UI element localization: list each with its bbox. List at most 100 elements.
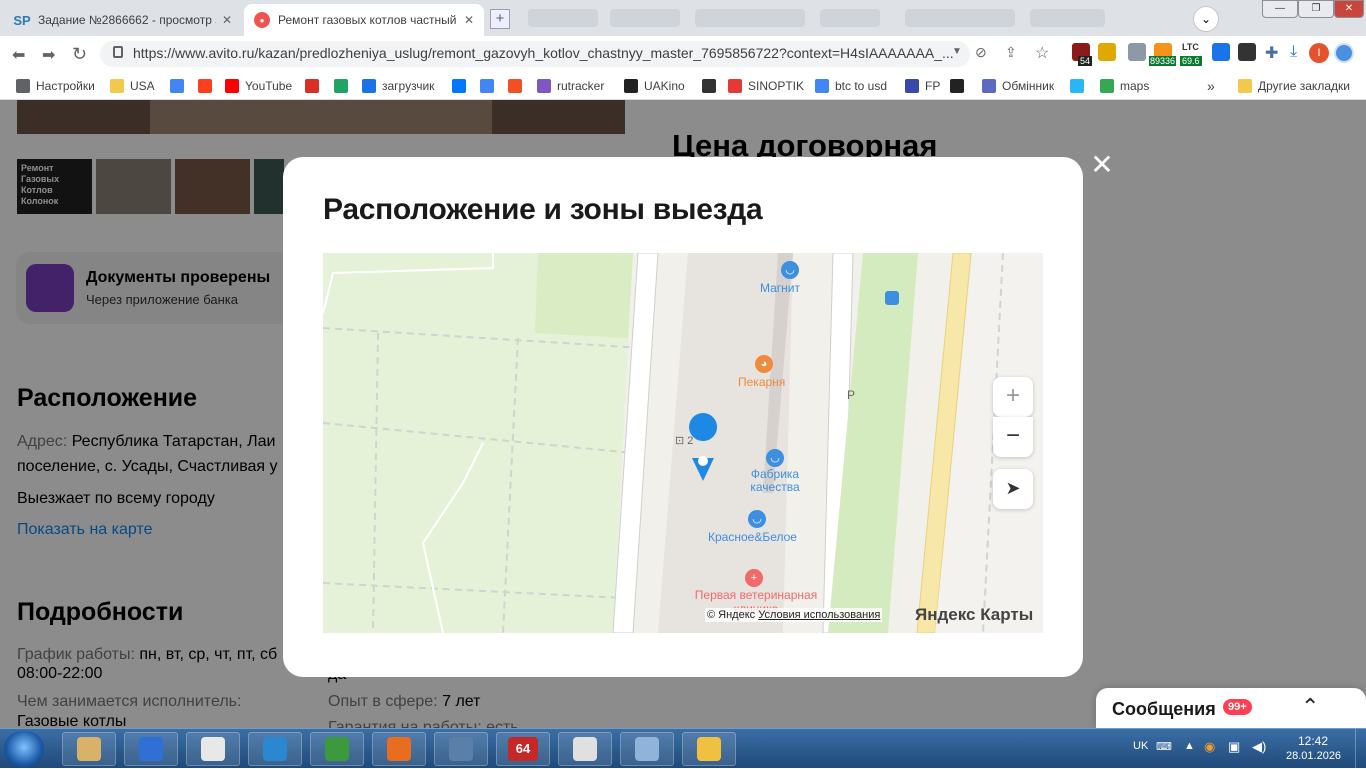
terminal-icon[interactable] bbox=[1238, 43, 1256, 61]
keyboard-icon[interactable]: ⌨ bbox=[1156, 740, 1172, 753]
close-icon[interactable]: ✕ bbox=[464, 13, 474, 27]
wise-icon[interactable] bbox=[124, 732, 178, 766]
blocked-icon[interactable]: ⊘ bbox=[975, 44, 987, 61]
language-indicator[interactable]: UK bbox=[1133, 740, 1148, 752]
bookmark-item[interactable] bbox=[305, 77, 325, 95]
minimize-button[interactable]: — bbox=[1262, 0, 1298, 18]
basket-icon[interactable]: ◡ bbox=[748, 510, 766, 528]
calc-icon[interactable] bbox=[310, 732, 364, 766]
volume-icon[interactable]: ◀) bbox=[1252, 739, 1266, 755]
avast-icon[interactable]: ◉ bbox=[1204, 739, 1215, 755]
bookmark-item[interactable]: Настройки bbox=[16, 77, 95, 95]
parking-label[interactable]: P bbox=[847, 388, 855, 402]
bookmark-item[interactable]: FP bbox=[905, 77, 940, 95]
bookmark-item[interactable]: UAKino bbox=[624, 77, 685, 95]
bookmark-item[interactable] bbox=[508, 77, 528, 95]
chart-icon[interactable] bbox=[558, 732, 612, 766]
dropdown-icon[interactable]: ▼ bbox=[952, 46, 962, 57]
notes-icon-glyph bbox=[635, 737, 659, 761]
ghost-tab[interactable] bbox=[610, 9, 680, 27]
64-icon[interactable]: 64 bbox=[496, 732, 550, 766]
google-icon bbox=[815, 79, 829, 93]
back-arrow-icon[interactable]: ⬅ bbox=[12, 45, 25, 65]
yandex-map[interactable]: ◡ Магнит ◕ Пекарня ◡ Фабрика качества ◡ … bbox=[323, 253, 1043, 633]
explorer-icon[interactable] bbox=[62, 732, 116, 766]
downloads-icon[interactable]: ⤓ bbox=[1290, 43, 1297, 61]
ghost-tab[interactable] bbox=[905, 9, 1015, 27]
bookmark-item[interactable] bbox=[198, 77, 218, 95]
other-bookmarks[interactable]: Другие закладки bbox=[1238, 77, 1350, 95]
bookmark-item[interactable] bbox=[1070, 77, 1090, 95]
close-modal-button[interactable]: ✕ bbox=[1090, 151, 1114, 179]
zoom-in-button[interactable]: + bbox=[993, 377, 1033, 417]
bookmark-item[interactable]: USA bbox=[110, 77, 155, 95]
new-tab-button[interactable]: + bbox=[490, 9, 510, 29]
reload-icon[interactable]: ↻ bbox=[72, 44, 87, 65]
bookmark-item[interactable] bbox=[480, 77, 500, 95]
extension-globe-icon[interactable] bbox=[1334, 43, 1354, 63]
terms-link[interactable]: Условия использования bbox=[758, 609, 880, 621]
bookmark-item[interactable] bbox=[452, 77, 472, 95]
bus-stop-icon[interactable] bbox=[885, 291, 899, 305]
show-desktop-button[interactable] bbox=[1355, 729, 1366, 769]
network-icon[interactable]: ▣ bbox=[1228, 739, 1240, 755]
ghost-tab[interactable] bbox=[820, 9, 880, 27]
chrome-icon[interactable] bbox=[186, 732, 240, 766]
bookmark-item[interactable]: rutracker bbox=[537, 77, 604, 95]
bookmark-label: maps bbox=[1120, 79, 1150, 93]
poi-magnit[interactable]: Магнит bbox=[760, 281, 800, 295]
chevron-up-icon[interactable]: ⌃ bbox=[1301, 694, 1319, 720]
star-icon[interactable]: ☆ bbox=[1035, 43, 1049, 63]
profile-avatar[interactable]: I bbox=[1309, 43, 1329, 63]
lock-icon[interactable] bbox=[113, 46, 123, 58]
bookmark-item[interactable] bbox=[950, 77, 970, 95]
url-text[interactable]: https://www.avito.ru/kazan/predlozheniya… bbox=[133, 45, 953, 61]
bookmark-item[interactable]: btc to usd bbox=[815, 77, 887, 95]
tab-task[interactable]: SP Задание №2866662 - просмотр за ✕ bbox=[4, 4, 242, 36]
bookmark-item[interactable] bbox=[170, 77, 190, 95]
ghost-tab[interactable] bbox=[528, 9, 598, 27]
yandex-maps-logo[interactable]: Яндекс Карты bbox=[915, 605, 1033, 625]
bookmark-item[interactable] bbox=[334, 77, 354, 95]
poi-fabrika[interactable]: Фабрика качества bbox=[743, 468, 807, 494]
clock-icon[interactable] bbox=[434, 732, 488, 766]
bookmark-item[interactable] bbox=[702, 77, 722, 95]
zoom-out-button[interactable]: − bbox=[993, 417, 1033, 457]
puzzle-icon[interactable]: ✚ bbox=[1265, 43, 1278, 63]
start-button[interactable] bbox=[4, 731, 44, 767]
maximize-button[interactable]: ❐ bbox=[1298, 0, 1334, 18]
calendar-icon[interactable] bbox=[682, 732, 736, 766]
bakery-icon[interactable]: ◕ bbox=[755, 355, 773, 373]
clock-time[interactable]: 12:42 bbox=[1298, 734, 1328, 748]
tab-avito[interactable]: ● Ремонт газовых котлов частный м ✕ bbox=[244, 4, 484, 36]
cross-icon[interactable]: + bbox=[745, 569, 763, 587]
messages-widget[interactable]: Сообщения 99+ ⌃ bbox=[1096, 688, 1366, 728]
bookmark-item[interactable]: YouTube bbox=[225, 77, 292, 95]
extension-box-icon[interactable] bbox=[1128, 43, 1146, 61]
download-extension-icon[interactable] bbox=[1212, 43, 1230, 61]
globe-icon[interactable] bbox=[248, 732, 302, 766]
bookmark-item[interactable]: SINOPTIK bbox=[728, 77, 804, 95]
clock-date[interactable]: 28.01.2026 bbox=[1286, 750, 1341, 762]
tab-search-button[interactable]: ⌄ bbox=[1193, 6, 1219, 32]
forward-arrow-icon[interactable]: ➡ bbox=[42, 45, 55, 65]
poi-bakery[interactable]: Пекарня bbox=[738, 375, 785, 389]
bookmark-item[interactable]: загрузчик bbox=[362, 77, 434, 95]
bookmark-item[interactable]: Обмінник bbox=[982, 77, 1054, 95]
close-icon[interactable]: ✕ bbox=[222, 13, 232, 27]
extension-lion-icon[interactable] bbox=[1098, 43, 1116, 61]
basket-icon[interactable]: ◡ bbox=[766, 449, 784, 467]
close-window-button[interactable]: ✕ bbox=[1334, 0, 1364, 18]
player-icon[interactable] bbox=[372, 732, 426, 766]
geolocation-arrow-icon[interactable]: ➤ bbox=[993, 469, 1033, 509]
fp-icon bbox=[905, 79, 919, 93]
share-icon[interactable]: ⇪ bbox=[1005, 44, 1017, 61]
bookmark-item[interactable]: maps bbox=[1100, 77, 1149, 95]
poi-krasnoe-beloe[interactable]: Красное&Белое bbox=[708, 530, 797, 544]
tray-expand-icon[interactable]: ▲ bbox=[1184, 740, 1195, 752]
notes-icon[interactable] bbox=[620, 732, 674, 766]
ghost-tab[interactable] bbox=[1030, 9, 1105, 27]
bookmarks-more-button[interactable]: » bbox=[1207, 77, 1215, 95]
basket-icon[interactable]: ◡ bbox=[781, 261, 799, 279]
ghost-tab[interactable] bbox=[695, 9, 805, 27]
